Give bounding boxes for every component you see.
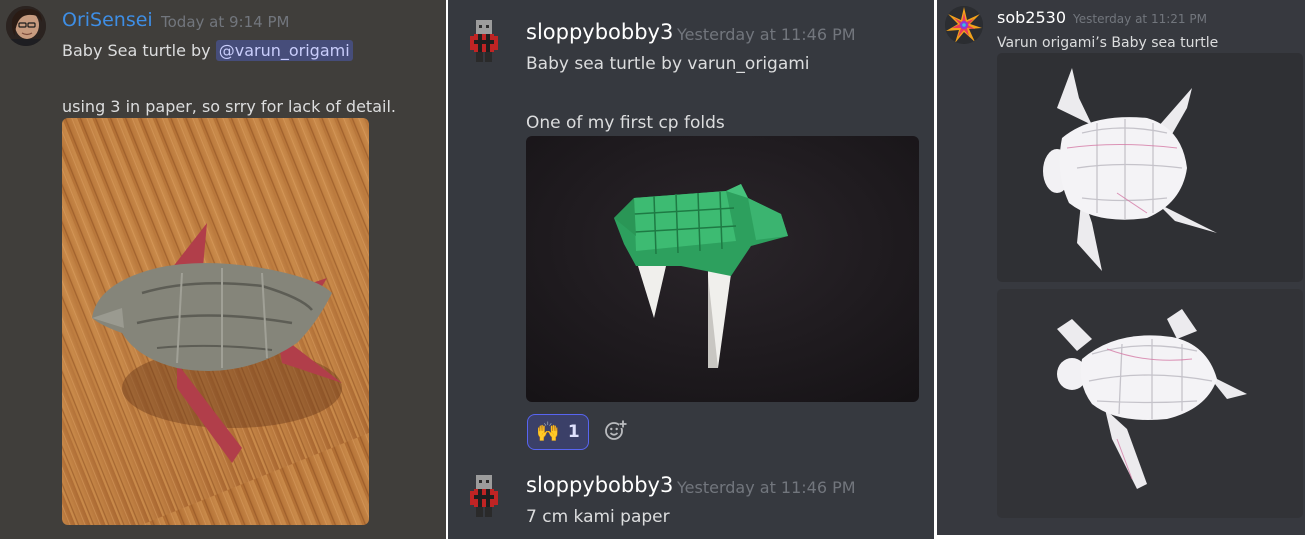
- origami-white-sea-turtle-top-photo-icon: [997, 53, 1303, 282]
- image-attachment[interactable]: [62, 118, 369, 525]
- raised-hands-emoji: 🙌: [536, 421, 560, 443]
- chat-panel-sob2530: sob2530 Yesterday at 11:21 PM Varun orig…: [937, 0, 1305, 535]
- user-mention[interactable]: @varun_origami: [215, 40, 353, 61]
- message-text: Baby Sea turtle by: [62, 41, 216, 60]
- user-avatar[interactable]: [945, 6, 983, 44]
- chat-panel-orisensei: OriSensei Today at 9:14 PM Baby Sea turt…: [0, 0, 446, 539]
- image-attachment[interactable]: [526, 136, 919, 402]
- message-timestamp[interactable]: Today at 9:14 PM: [161, 13, 289, 31]
- message-text-line: Baby Sea turtle by @varun_origami: [62, 40, 353, 61]
- colorful-starburst-avatar-icon: [945, 6, 983, 44]
- user-avatar[interactable]: [466, 18, 502, 64]
- image-attachment[interactable]: [997, 289, 1303, 518]
- message-text: Baby sea turtle by varun_origami: [526, 54, 810, 74]
- author-username[interactable]: sloppybobby3: [526, 20, 673, 44]
- image-attachment[interactable]: [997, 53, 1303, 282]
- message-timestamp[interactable]: Yesterday at 11:46 PM: [677, 25, 856, 44]
- add-reaction-icon[interactable]: [603, 418, 627, 442]
- user-avatar[interactable]: [466, 473, 502, 519]
- message-text: 7 cm kami paper: [526, 507, 670, 527]
- author-username[interactable]: OriSensei: [62, 9, 153, 31]
- pixel-character-avatar-icon: [470, 475, 498, 517]
- origami-gray-sea-turtle-photo-icon: [62, 118, 369, 525]
- author-username[interactable]: sob2530: [997, 8, 1066, 27]
- message-timestamp[interactable]: Yesterday at 11:21 PM: [1073, 12, 1207, 26]
- message-timestamp[interactable]: Yesterday at 11:46 PM: [677, 478, 856, 497]
- pixel-character-avatar-icon: [470, 20, 498, 62]
- chat-panel-sloppybobby3: sloppybobby3 Yesterday at 11:46 PM Baby …: [448, 0, 934, 539]
- message-text: One of my first cp folds: [526, 113, 725, 133]
- user-avatar[interactable]: [6, 6, 46, 46]
- author-username[interactable]: sloppybobby3: [526, 473, 673, 497]
- origami-green-sea-turtle-photo-icon: [526, 136, 919, 402]
- reaction-button[interactable]: 🙌 1: [527, 414, 589, 450]
- user-avatar-photo-icon: [6, 6, 46, 46]
- origami-white-sea-turtle-angled-photo-icon: [997, 289, 1303, 518]
- message-text-line: using 3 in paper, so srry for lack of de…: [62, 97, 396, 116]
- reaction-count: 1: [567, 422, 580, 442]
- message-text: Varun origami’s Baby sea turtle: [997, 35, 1219, 51]
